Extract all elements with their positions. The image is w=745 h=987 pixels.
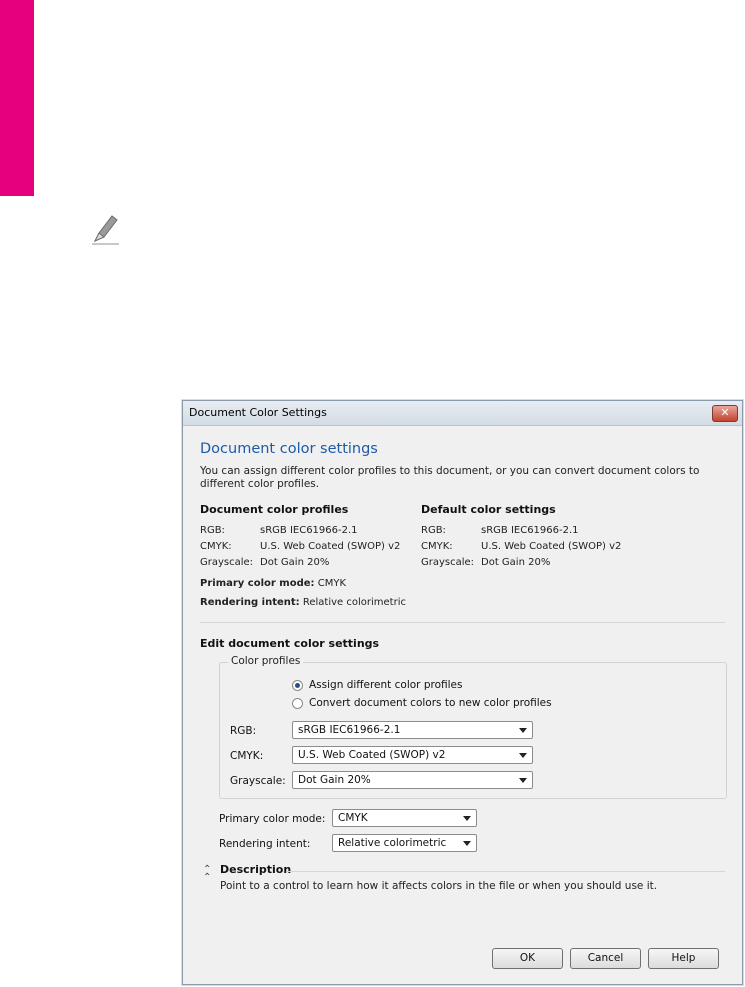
- rgb-profile-value: sRGB IEC61966-2.1: [298, 724, 401, 736]
- primary-mode-field-label: Primary color mode:: [219, 813, 326, 825]
- rgb-profile-select[interactable]: sRGB IEC61966-2.1: [292, 721, 533, 739]
- double-chevron-up-icon[interactable]: ⌃ ⌃: [203, 865, 211, 883]
- rendering-intent-select[interactable]: Relative colorimetric: [332, 834, 477, 852]
- chevron-down-icon: [519, 778, 527, 783]
- rendering-intent-row: Rendering intent: Relative colorimetric: [200, 597, 406, 608]
- dialog-heading: Document color settings: [200, 441, 378, 457]
- pencil-icon: [92, 215, 119, 245]
- assign-profiles-radio[interactable]: [292, 680, 303, 691]
- primary-mode-select[interactable]: CMYK: [332, 809, 477, 827]
- rendering-intent-select-value: Relative colorimetric: [338, 837, 447, 849]
- doc-cmyk-value: U.S. Web Coated (SWOP) v2: [260, 541, 401, 552]
- chevron-down-icon: [519, 753, 527, 758]
- cmyk-profile-value: U.S. Web Coated (SWOP) v2: [298, 749, 446, 761]
- primary-mode-value: CMYK: [317, 578, 346, 589]
- dialog-titlebar[interactable]: Document Color Settings ✕: [183, 401, 742, 426]
- assign-profiles-label[interactable]: Assign different color profiles: [309, 679, 462, 691]
- rgb-field-label: RGB:: [230, 725, 257, 737]
- default-grayscale-value: Dot Gain 20%: [481, 557, 551, 568]
- dialog-intro: You can assign different color profiles …: [200, 465, 700, 490]
- page-accent-bar: [0, 0, 34, 196]
- doc-grayscale-key: Grayscale:: [200, 557, 254, 568]
- description-divider: [287, 871, 725, 872]
- default-settings-title: Default color settings: [421, 503, 556, 516]
- section-divider: [200, 622, 725, 623]
- grayscale-field-label: Grayscale:: [230, 775, 286, 787]
- dialog-title: Document Color Settings: [189, 406, 327, 419]
- doc-rgb-key: RGB:: [200, 525, 225, 536]
- chevron-down-icon: [463, 841, 471, 846]
- cancel-button[interactable]: Cancel: [570, 948, 641, 969]
- document-color-settings-dialog: Document Color Settings ✕ Document color…: [182, 400, 743, 985]
- doc-rgb-value: sRGB IEC61966-2.1: [260, 525, 358, 536]
- convert-colors-label[interactable]: Convert document colors to new color pro…: [309, 697, 552, 709]
- doc-cmyk-key: CMYK:: [200, 541, 232, 552]
- default-cmyk-key: CMYK:: [421, 541, 453, 552]
- default-grayscale-key: Grayscale:: [421, 557, 475, 568]
- help-button[interactable]: Help: [648, 948, 719, 969]
- doc-profiles-title: Document color profiles: [200, 503, 349, 516]
- description-title[interactable]: Description: [220, 863, 291, 876]
- edit-settings-title: Edit document color settings: [200, 637, 380, 650]
- chevron-down-icon: [463, 816, 471, 821]
- chevron-down-icon: [519, 728, 527, 733]
- description-text: Point to a control to learn how it affec…: [220, 880, 658, 892]
- primary-mode-select-value: CMYK: [338, 812, 368, 824]
- default-rgb-key: RGB:: [421, 525, 446, 536]
- color-profiles-group: Color profiles Assign different color pr…: [219, 655, 727, 799]
- grayscale-profile-select[interactable]: Dot Gain 20%: [292, 771, 533, 789]
- color-profiles-legend: Color profiles: [228, 655, 304, 667]
- rendering-intent-field-label: Rendering intent:: [219, 838, 311, 850]
- rendering-intent-value: Relative colorimetric: [302, 597, 406, 608]
- doc-grayscale-value: Dot Gain 20%: [260, 557, 330, 568]
- grayscale-profile-value: Dot Gain 20%: [298, 774, 371, 786]
- convert-colors-radio[interactable]: [292, 698, 303, 709]
- default-rgb-value: sRGB IEC61966-2.1: [481, 525, 579, 536]
- primary-mode-row: Primary color mode: CMYK: [200, 578, 346, 589]
- ok-button[interactable]: OK: [492, 948, 563, 969]
- default-cmyk-value: U.S. Web Coated (SWOP) v2: [481, 541, 622, 552]
- close-icon[interactable]: ✕: [712, 405, 738, 422]
- cmyk-field-label: CMYK:: [230, 750, 264, 762]
- cmyk-profile-select[interactable]: U.S. Web Coated (SWOP) v2: [292, 746, 533, 764]
- primary-mode-label: Primary color mode:: [200, 578, 315, 589]
- rendering-intent-label: Rendering intent:: [200, 597, 300, 608]
